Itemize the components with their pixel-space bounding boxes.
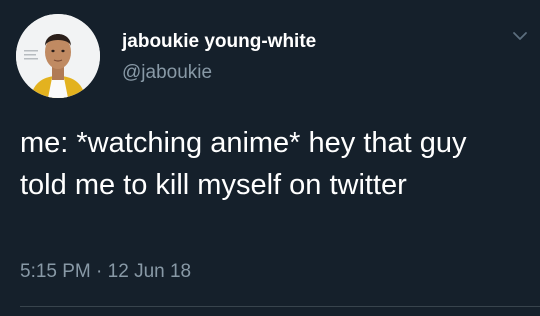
author-handle[interactable]: @jaboukie: [122, 61, 316, 85]
divider: [20, 306, 540, 307]
tweet-text: me: *watching anime* hey that guy told m…: [20, 127, 467, 201]
author-avatar[interactable]: [16, 14, 100, 98]
meta-separator: ·: [90, 261, 108, 282]
author-display-name[interactable]: jaboukie young-white: [122, 30, 316, 54]
tweet-date: 12 Jun 18: [107, 261, 192, 282]
profile-photo-icon: [16, 14, 100, 98]
chevron-down-icon[interactable]: [512, 30, 528, 42]
tweet-card[interactable]: jaboukie young-white @jaboukie me: *watc…: [0, 0, 540, 316]
author-names[interactable]: jaboukie young-white @jaboukie: [122, 30, 316, 85]
tweet-time: 5:15 PM: [20, 261, 91, 282]
tweet-timestamp[interactable]: 5:15 PM · 12 Jun 18: [20, 260, 191, 284]
